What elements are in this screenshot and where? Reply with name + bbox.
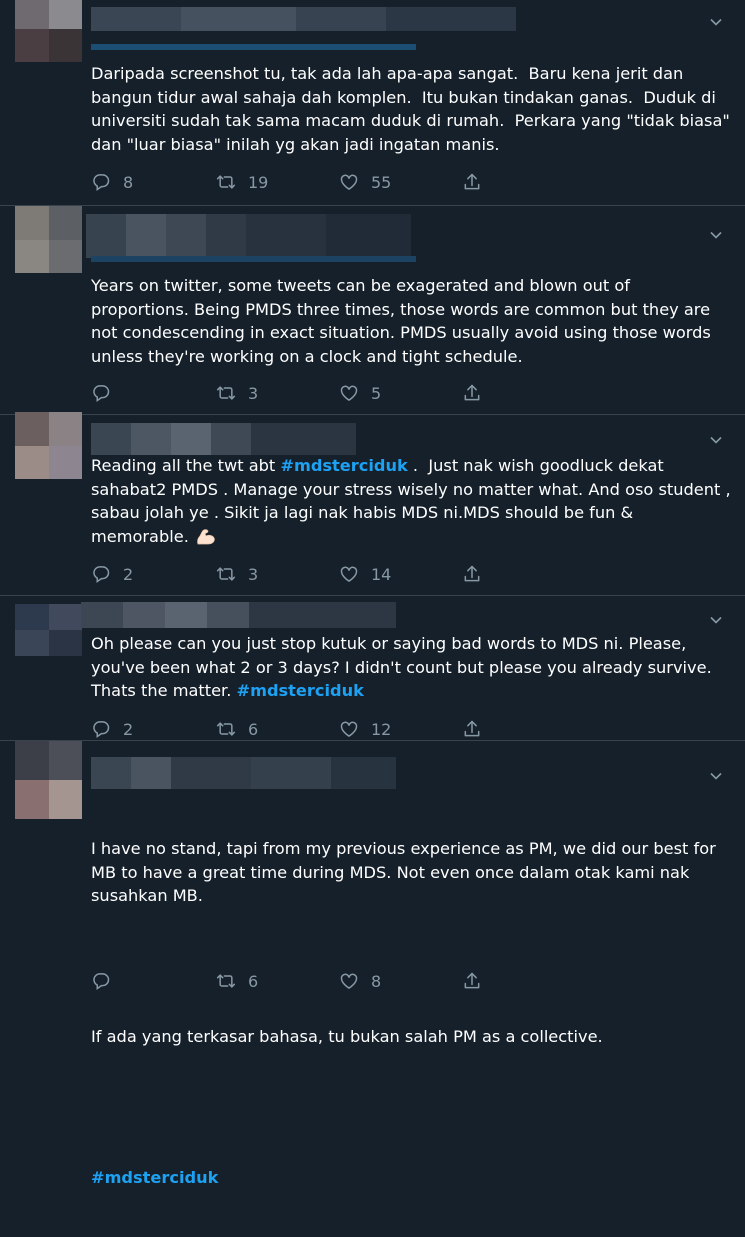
like-button[interactable]: 12	[339, 717, 391, 741]
avatar[interactable]	[15, 741, 82, 819]
tweet-text-part: Oh please can you just stop kutuk or say…	[91, 634, 717, 700]
reply-count: 2	[123, 719, 134, 739]
reply-button[interactable]: 2	[91, 562, 133, 586]
like-button[interactable]: 14	[339, 562, 391, 586]
chevron-down-icon[interactable]	[709, 768, 723, 782]
tweet-actions: 2 6 12	[91, 717, 511, 741]
like-icon	[339, 172, 359, 192]
share-icon	[462, 971, 482, 991]
tweet-text-part: Reading all the twt abt	[91, 456, 281, 475]
display-name[interactable]	[91, 7, 516, 31]
user-handle[interactable]	[91, 256, 416, 262]
flexed-biceps-emoji	[197, 528, 215, 544]
like-count: 12	[371, 719, 392, 739]
like-icon	[339, 564, 359, 584]
share-button[interactable]	[462, 381, 482, 405]
retweet-icon	[216, 971, 236, 991]
tweet-actions: 3 5	[91, 381, 511, 405]
share-button[interactable]	[462, 717, 482, 741]
like-count: 8	[371, 971, 382, 991]
like-button[interactable]: 55	[339, 170, 391, 194]
reply-button[interactable]	[91, 969, 111, 993]
retweet-count: 3	[248, 564, 259, 584]
tweet-text: Reading all the twt abt #mdsterciduk . J…	[91, 454, 731, 548]
reply-count: 8	[123, 172, 134, 192]
avatar[interactable]	[15, 0, 82, 62]
chevron-down-icon[interactable]	[709, 14, 723, 28]
avatar[interactable]	[15, 206, 82, 273]
tweet-4[interactable]: Oh please can you just stop kutuk or say…	[0, 596, 745, 739]
display-name[interactable]	[86, 214, 411, 258]
reply-icon	[91, 971, 111, 991]
share-icon	[462, 719, 482, 739]
share-button[interactable]	[462, 562, 482, 586]
share-button[interactable]	[462, 170, 482, 194]
tweet-paragraph: Daripada screenshot tu, tak ada lah apa-…	[91, 64, 735, 154]
chevron-down-icon[interactable]	[709, 227, 723, 241]
like-icon	[339, 719, 359, 739]
like-count: 5	[371, 383, 382, 403]
share-icon	[462, 172, 482, 192]
tweet-2[interactable]: Years on twitter, some tweets can be exa…	[0, 206, 745, 414]
tweet-3[interactable]: Reading all the twt abt #mdsterciduk . J…	[0, 412, 745, 595]
hashtag-link[interactable]: #mdsterciduk	[237, 681, 364, 700]
avatar[interactable]	[15, 412, 82, 479]
reply-button[interactable]: 2	[91, 717, 133, 741]
tweet-actions: 8 19 55	[91, 170, 511, 194]
reply-icon	[91, 564, 111, 584]
tweet-paragraph: I have no stand, tapi from my previous e…	[91, 839, 721, 905]
reply-icon	[91, 172, 111, 192]
share-icon	[462, 564, 482, 584]
retweet-button[interactable]: 6	[216, 717, 258, 741]
reply-button[interactable]: 8	[91, 170, 133, 194]
avatar[interactable]	[15, 604, 82, 656]
chevron-down-icon[interactable]	[709, 432, 723, 446]
retweet-count: 3	[248, 383, 259, 403]
like-count: 55	[371, 172, 392, 192]
like-icon	[339, 383, 359, 403]
tweet-text: I have no stand, tapi from my previous e…	[91, 790, 731, 1237]
hashtag-link[interactable]: #mdsterciduk	[280, 456, 407, 475]
share-button[interactable]	[462, 969, 482, 993]
tweet-1[interactable]: Daripada screenshot tu, tak ada lah apa-…	[0, 0, 745, 205]
retweet-icon	[216, 172, 236, 192]
like-button[interactable]: 5	[339, 381, 381, 405]
tweet-paragraph: Years on twitter, some tweets can be exa…	[91, 276, 717, 366]
retweet-count: 19	[248, 172, 269, 192]
retweet-icon	[216, 719, 236, 739]
user-handle[interactable]	[91, 44, 416, 50]
chevron-down-icon[interactable]	[709, 612, 723, 626]
tweet-text: Years on twitter, some tweets can be exa…	[91, 274, 731, 368]
reply-count: 2	[123, 564, 134, 584]
tweet-5[interactable]: I have no stand, tapi from my previous e…	[0, 741, 745, 1187]
like-button[interactable]: 8	[339, 969, 381, 993]
retweet-button[interactable]: 3	[216, 381, 258, 405]
display-name[interactable]	[91, 757, 396, 789]
display-name[interactable]	[91, 423, 356, 455]
like-icon	[339, 971, 359, 991]
share-icon	[462, 383, 482, 403]
tweet-text: Daripada screenshot tu, tak ada lah apa-…	[91, 62, 731, 156]
display-name[interactable]	[81, 602, 396, 628]
tweet-actions: 2 3 14	[91, 562, 511, 586]
tweet-paragraph: If ada yang terkasar bahasa, tu bukan sa…	[91, 1027, 603, 1046]
retweet-button[interactable]: 3	[216, 562, 258, 586]
retweet-button[interactable]: 19	[216, 170, 268, 194]
reply-icon	[91, 383, 111, 403]
hashtag-link[interactable]: #mdsterciduk	[91, 1166, 731, 1190]
reply-icon	[91, 719, 111, 739]
retweet-icon	[216, 564, 236, 584]
retweet-icon	[216, 383, 236, 403]
tweet-text: Oh please can you just stop kutuk or say…	[91, 632, 731, 703]
like-count: 14	[371, 564, 392, 584]
retweet-count: 6	[248, 971, 259, 991]
retweet-count: 6	[248, 719, 259, 739]
retweet-button[interactable]: 6	[216, 969, 258, 993]
reply-button[interactable]	[91, 381, 111, 405]
tweet-actions: 6 8	[91, 969, 511, 993]
